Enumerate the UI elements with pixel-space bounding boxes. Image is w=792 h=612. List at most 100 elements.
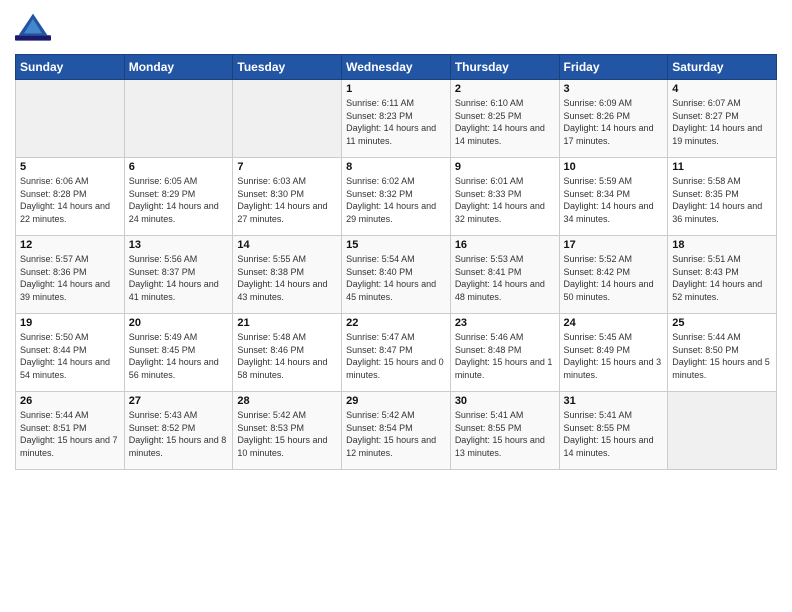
calendar-cell: 2 Sunrise: 6:10 AM Sunset: 8:25 PM Daylig…: [450, 80, 559, 158]
day-detail: Sunrise: 6:06 AM Sunset: 8:28 PM Dayligh…: [20, 175, 120, 225]
day-number: 4: [672, 83, 772, 95]
day-number: 25: [672, 317, 772, 329]
day-detail: Sunrise: 6:03 AM Sunset: 8:30 PM Dayligh…: [237, 175, 337, 225]
day-number: 3: [564, 83, 664, 95]
col-header-thursday: Thursday: [450, 55, 559, 80]
day-detail: Sunrise: 5:58 AM Sunset: 8:35 PM Dayligh…: [672, 175, 772, 225]
calendar-cell: 9 Sunrise: 6:01 AM Sunset: 8:33 PM Daylig…: [450, 158, 559, 236]
calendar-cell: 20Sunrise: 5:49 AM Sunset: 8:45 PM Dayli…: [124, 314, 233, 392]
day-number: 27: [129, 395, 229, 407]
day-detail: Sunrise: 5:55 AM Sunset: 8:38 PM Dayligh…: [237, 253, 337, 303]
day-number: 5: [20, 161, 120, 173]
day-number: 8: [346, 161, 446, 173]
page-container: SundayMondayTuesdayWednesdayThursdayFrid…: [0, 0, 792, 612]
day-detail: Sunrise: 5:42 AM Sunset: 8:53 PM Dayligh…: [237, 409, 337, 459]
day-detail: Sunrise: 6:10 AM Sunset: 8:25 PM Dayligh…: [455, 97, 555, 147]
calendar-cell: 4 Sunrise: 6:07 AM Sunset: 8:27 PM Daylig…: [668, 80, 777, 158]
calendar-cell: 24 Sunrise: 5:45 AM Sunset: 8:49 PM Dayli…: [559, 314, 668, 392]
col-header-wednesday: Wednesday: [342, 55, 451, 80]
calendar-cell: [16, 80, 125, 158]
col-header-saturday: Saturday: [668, 55, 777, 80]
week-row-3: 12 Sunrise: 5:57 AM Sunset: 8:36 PM Dayli…: [16, 236, 777, 314]
day-number: 24: [564, 317, 664, 329]
calendar-cell: 21 Sunrise: 5:48 AM Sunset: 8:46 PM Dayli…: [233, 314, 342, 392]
day-detail: Sunrise: 6:09 AM Sunset: 8:26 PM Dayligh…: [564, 97, 664, 147]
day-detail: Sunrise: 5:51 AM Sunset: 8:43 PM Dayligh…: [672, 253, 772, 303]
day-number: 2: [455, 83, 555, 95]
week-row-4: 19 Sunrise: 5:50 AM Sunset: 8:44 PM Dayli…: [16, 314, 777, 392]
calendar-cell: 27Sunrise: 5:43 AM Sunset: 8:52 PM Dayli…: [124, 392, 233, 470]
day-number: 9: [455, 161, 555, 173]
header-row: SundayMondayTuesdayWednesdayThursdayFrid…: [16, 55, 777, 80]
calendar-cell: [124, 80, 233, 158]
week-row-5: 26Sunrise: 5:44 AM Sunset: 8:51 PM Dayli…: [16, 392, 777, 470]
day-detail: Sunrise: 5:42 AM Sunset: 8:54 PM Dayligh…: [346, 409, 446, 459]
day-number: 11: [672, 161, 772, 173]
calendar-cell: 31 Sunrise: 5:41 AM Sunset: 8:55 PM Dayli…: [559, 392, 668, 470]
calendar-cell: [233, 80, 342, 158]
calendar-cell: 18Sunrise: 5:51 AM Sunset: 8:43 PM Dayli…: [668, 236, 777, 314]
col-header-monday: Monday: [124, 55, 233, 80]
calendar-cell: 29 Sunrise: 5:42 AM Sunset: 8:54 PM Dayli…: [342, 392, 451, 470]
day-detail: Sunrise: 5:44 AM Sunset: 8:50 PM Dayligh…: [672, 331, 772, 381]
day-detail: Sunrise: 6:01 AM Sunset: 8:33 PM Dayligh…: [455, 175, 555, 225]
week-row-1: 1Sunrise: 6:11 AM Sunset: 8:23 PM Daylig…: [16, 80, 777, 158]
day-detail: Sunrise: 5:41 AM Sunset: 8:55 PM Dayligh…: [564, 409, 664, 459]
day-number: 16: [455, 239, 555, 251]
day-number: 7: [237, 161, 337, 173]
day-detail: Sunrise: 6:07 AM Sunset: 8:27 PM Dayligh…: [672, 97, 772, 147]
calendar-cell: 26Sunrise: 5:44 AM Sunset: 8:51 PM Dayli…: [16, 392, 125, 470]
calendar-cell: [668, 392, 777, 470]
day-detail: Sunrise: 5:45 AM Sunset: 8:49 PM Dayligh…: [564, 331, 664, 381]
calendar-cell: 12 Sunrise: 5:57 AM Sunset: 8:36 PM Dayli…: [16, 236, 125, 314]
day-number: 19: [20, 317, 120, 329]
day-number: 17: [564, 239, 664, 251]
header: [15, 10, 777, 46]
day-detail: Sunrise: 5:59 AM Sunset: 8:34 PM Dayligh…: [564, 175, 664, 225]
day-number: 10: [564, 161, 664, 173]
day-number: 31: [564, 395, 664, 407]
day-number: 21: [237, 317, 337, 329]
day-detail: Sunrise: 5:50 AM Sunset: 8:44 PM Dayligh…: [20, 331, 120, 381]
day-detail: Sunrise: 6:02 AM Sunset: 8:32 PM Dayligh…: [346, 175, 446, 225]
calendar-cell: 15Sunrise: 5:54 AM Sunset: 8:40 PM Dayli…: [342, 236, 451, 314]
day-number: 30: [455, 395, 555, 407]
calendar-cell: 16 Sunrise: 5:53 AM Sunset: 8:41 PM Dayli…: [450, 236, 559, 314]
col-header-friday: Friday: [559, 55, 668, 80]
day-detail: Sunrise: 5:56 AM Sunset: 8:37 PM Dayligh…: [129, 253, 229, 303]
week-row-2: 5 Sunrise: 6:06 AM Sunset: 8:28 PM Daylig…: [16, 158, 777, 236]
calendar-cell: 25 Sunrise: 5:44 AM Sunset: 8:50 PM Dayli…: [668, 314, 777, 392]
day-detail: Sunrise: 5:57 AM Sunset: 8:36 PM Dayligh…: [20, 253, 120, 303]
calendar-cell: 7 Sunrise: 6:03 AM Sunset: 8:30 PM Daylig…: [233, 158, 342, 236]
calendar-cell: 23Sunrise: 5:46 AM Sunset: 8:48 PM Dayli…: [450, 314, 559, 392]
day-number: 15: [346, 239, 446, 251]
calendar-cell: 1Sunrise: 6:11 AM Sunset: 8:23 PM Daylig…: [342, 80, 451, 158]
day-number: 28: [237, 395, 337, 407]
calendar-cell: 8 Sunrise: 6:02 AM Sunset: 8:32 PM Daylig…: [342, 158, 451, 236]
day-number: 22: [346, 317, 446, 329]
day-number: 29: [346, 395, 446, 407]
calendar-cell: 19 Sunrise: 5:50 AM Sunset: 8:44 PM Dayli…: [16, 314, 125, 392]
day-number: 12: [20, 239, 120, 251]
calendar-cell: 5 Sunrise: 6:06 AM Sunset: 8:28 PM Daylig…: [16, 158, 125, 236]
calendar-cell: 22 Sunrise: 5:47 AM Sunset: 8:47 PM Dayli…: [342, 314, 451, 392]
calendar-cell: 6 Sunrise: 6:05 AM Sunset: 8:29 PM Daylig…: [124, 158, 233, 236]
day-detail: Sunrise: 5:52 AM Sunset: 8:42 PM Dayligh…: [564, 253, 664, 303]
calendar-table: SundayMondayTuesdayWednesdayThursdayFrid…: [15, 54, 777, 470]
calendar-cell: 14 Sunrise: 5:55 AM Sunset: 8:38 PM Dayli…: [233, 236, 342, 314]
day-number: 26: [20, 395, 120, 407]
day-detail: Sunrise: 5:47 AM Sunset: 8:47 PM Dayligh…: [346, 331, 446, 381]
day-detail: Sunrise: 5:49 AM Sunset: 8:45 PM Dayligh…: [129, 331, 229, 381]
day-detail: Sunrise: 6:05 AM Sunset: 8:29 PM Dayligh…: [129, 175, 229, 225]
day-number: 14: [237, 239, 337, 251]
day-number: 13: [129, 239, 229, 251]
day-detail: Sunrise: 5:48 AM Sunset: 8:46 PM Dayligh…: [237, 331, 337, 381]
calendar-cell: 3 Sunrise: 6:09 AM Sunset: 8:26 PM Daylig…: [559, 80, 668, 158]
calendar-cell: 10 Sunrise: 5:59 AM Sunset: 8:34 PM Dayli…: [559, 158, 668, 236]
calendar-cell: 17 Sunrise: 5:52 AM Sunset: 8:42 PM Dayli…: [559, 236, 668, 314]
calendar-cell: 28 Sunrise: 5:42 AM Sunset: 8:53 PM Dayli…: [233, 392, 342, 470]
day-detail: Sunrise: 5:53 AM Sunset: 8:41 PM Dayligh…: [455, 253, 555, 303]
day-number: 6: [129, 161, 229, 173]
calendar-cell: 11 Sunrise: 5:58 AM Sunset: 8:35 PM Dayli…: [668, 158, 777, 236]
col-header-tuesday: Tuesday: [233, 55, 342, 80]
